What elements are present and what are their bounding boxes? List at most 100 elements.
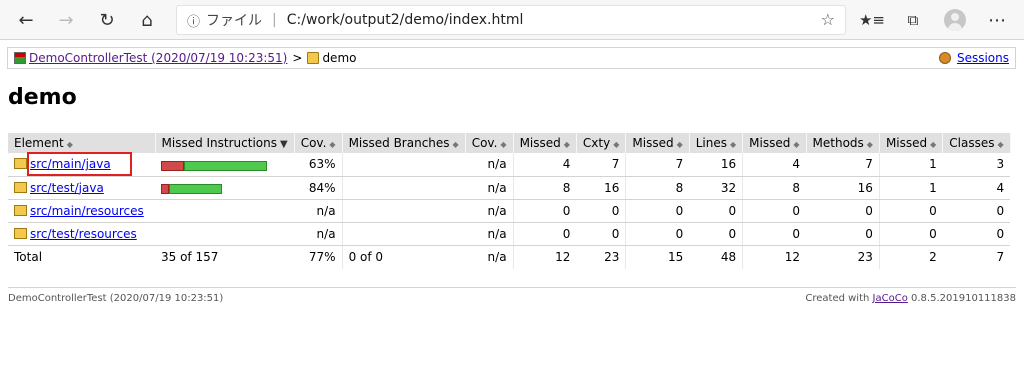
- col-lines[interactable]: Lines ◆: [689, 133, 744, 153]
- table-row: src/main/java 63% n/a 4 7 7 16 4 7 1 3: [8, 153, 1011, 177]
- col-classes[interactable]: Classes ◆: [942, 133, 1011, 153]
- col-missed-branches[interactable]: Missed Branches ◆: [342, 133, 466, 153]
- sort-icon: ◆: [793, 140, 800, 149]
- sessions-link[interactable]: Sessions: [957, 51, 1009, 65]
- sessions-icon: [938, 52, 951, 64]
- favorite-star-icon[interactable]: ☆: [821, 10, 835, 29]
- sort-icon: ◆: [997, 140, 1004, 149]
- session-link[interactable]: DemoControllerTest (2020/07/19 10:23:51): [29, 51, 287, 65]
- package-folder-icon: [14, 181, 27, 193]
- total-cov-branches: n/a: [487, 250, 507, 265]
- cell-classes: 0: [942, 222, 1011, 246]
- cell-classes: 0: [942, 199, 1011, 223]
- breadcrumb-separator: >: [292, 51, 303, 65]
- highlight-box: [27, 152, 132, 176]
- cell-classes: 4: [942, 176, 1011, 200]
- col-missed-classes[interactable]: Missed ◆: [879, 133, 944, 153]
- col-missed-cxty[interactable]: Missed ◆: [513, 133, 577, 153]
- footer-session: DemoControllerTest (2020/07/19 10:23:51): [8, 293, 224, 304]
- cell-methods: 0: [806, 222, 880, 246]
- package-folder-icon: [14, 204, 27, 216]
- favorites-list-icon[interactable]: ★≡: [856, 4, 888, 36]
- col-cxty[interactable]: Cxty ◆: [576, 133, 627, 153]
- refresh-icon[interactable]: ↻: [91, 4, 123, 36]
- col-element[interactable]: Element ◆: [8, 133, 156, 153]
- element-link[interactable]: src/test/java: [30, 181, 104, 195]
- col-missed-methods[interactable]: Missed ◆: [742, 133, 807, 153]
- total-missed-cxty: 12: [512, 245, 577, 269]
- total-row: Total 35 of 157 77% 0 of 0 n/a 12 23 15 …: [8, 245, 1010, 269]
- more-menu-icon[interactable]: ⋯: [981, 4, 1013, 36]
- total-lines: 48: [720, 250, 737, 265]
- col-missed-lines[interactable]: Missed ◆: [625, 133, 690, 153]
- cell-m-classes: 1: [878, 176, 943, 200]
- cell-lines: 16: [689, 153, 743, 177]
- sort-icon: ◆: [730, 140, 737, 149]
- total-missed-classes: 2: [878, 245, 943, 269]
- cell-m-lines: 0: [625, 222, 690, 246]
- collections-icon[interactable]: ⧉: [897, 4, 929, 36]
- col-methods[interactable]: Methods ◆: [806, 133, 880, 153]
- breadcrumb-current: demo: [322, 51, 357, 65]
- cell-missed-branches: [341, 176, 466, 200]
- profile-avatar[interactable]: [944, 9, 966, 31]
- col-cov-instructions[interactable]: Cov. ◆: [294, 133, 343, 153]
- element-cell: src/test/java: [8, 176, 155, 200]
- forward-icon[interactable]: →: [50, 4, 82, 36]
- missed-instructions-bar-cell: [155, 199, 295, 223]
- table-row: src/test/java 84% n/a 8 16 8 32 8 16 1 4: [8, 176, 1011, 200]
- covered-bar: [169, 184, 222, 194]
- address-bar[interactable]: ⓘ ファイル | C:/work/output2/demo/index.html…: [176, 5, 846, 35]
- cell-m-lines: 7: [625, 153, 690, 177]
- coverage-bar: [161, 160, 267, 171]
- cell-cov2: n/a: [465, 199, 514, 223]
- url-text[interactable]: C:/work/output2/demo/index.html: [287, 12, 524, 28]
- cell-cxty: 0: [576, 199, 626, 223]
- missed-instructions-bar-cell: [155, 153, 295, 177]
- element-cell: src/test/resources: [8, 222, 155, 246]
- coverage-bar: [161, 183, 222, 194]
- col-missed-instructions[interactable]: Missed Instructions ▼: [155, 133, 295, 153]
- cell-cov1: 63%: [294, 153, 343, 177]
- report-icon: [14, 52, 26, 64]
- back-icon[interactable]: ←: [10, 4, 42, 36]
- total-missed-methods: 12: [742, 245, 807, 269]
- sort-icon: ◆: [500, 140, 507, 149]
- total-methods: 23: [857, 250, 873, 265]
- cell-cov2: n/a: [465, 222, 514, 246]
- folder-icon: [307, 52, 320, 64]
- home-icon[interactable]: ⌂: [131, 4, 163, 36]
- total-missed-lines: 15: [625, 245, 690, 269]
- missed-bar: [161, 160, 184, 171]
- sort-icon: ◆: [563, 140, 570, 149]
- sort-icon: ◆: [866, 140, 873, 149]
- sort-icon: ◆: [452, 140, 459, 149]
- info-icon[interactable]: ⓘ: [187, 11, 200, 30]
- cell-m-methods: 4: [742, 153, 807, 177]
- jacoco-link[interactable]: JaCoCo: [873, 293, 908, 304]
- cell-cxty: 0: [576, 222, 626, 246]
- table-row: src/test/resources n/a n/a 0 0 0 0 0 0 0 0: [8, 222, 1011, 246]
- sessions-area: Sessions: [938, 51, 1009, 65]
- cell-m-methods: 8: [742, 176, 807, 200]
- covered-bar: [184, 160, 267, 171]
- total-missed-branches: 0 of 0: [341, 245, 466, 269]
- element-link[interactable]: src/test/resources: [30, 227, 137, 241]
- cell-m-classes: 1: [878, 153, 943, 177]
- total-missed-instructions: 35 of 157: [161, 250, 219, 265]
- breadcrumb: DemoControllerTest (2020/07/19 10:23:51)…: [7, 47, 1016, 69]
- missed-instructions-bar-cell: [155, 222, 295, 246]
- sort-down-icon: ▼: [279, 139, 288, 150]
- sort-icon: ◆: [930, 140, 937, 149]
- cell-m-methods: 0: [742, 222, 807, 246]
- cell-methods: 7: [806, 153, 880, 177]
- cell-missed-branches: [341, 222, 466, 246]
- address-divider: |: [272, 12, 277, 28]
- address-prefix: ファイル: [206, 13, 263, 29]
- col-cov-branches[interactable]: Cov. ◆: [465, 133, 514, 153]
- element-link[interactable]: src/main/resources: [30, 204, 144, 218]
- cell-cxty: 7: [576, 153, 626, 177]
- created-with-text: Created with: [805, 293, 870, 304]
- cell-cov1: 84%: [294, 176, 343, 200]
- cell-m-cxty: 0: [512, 199, 577, 223]
